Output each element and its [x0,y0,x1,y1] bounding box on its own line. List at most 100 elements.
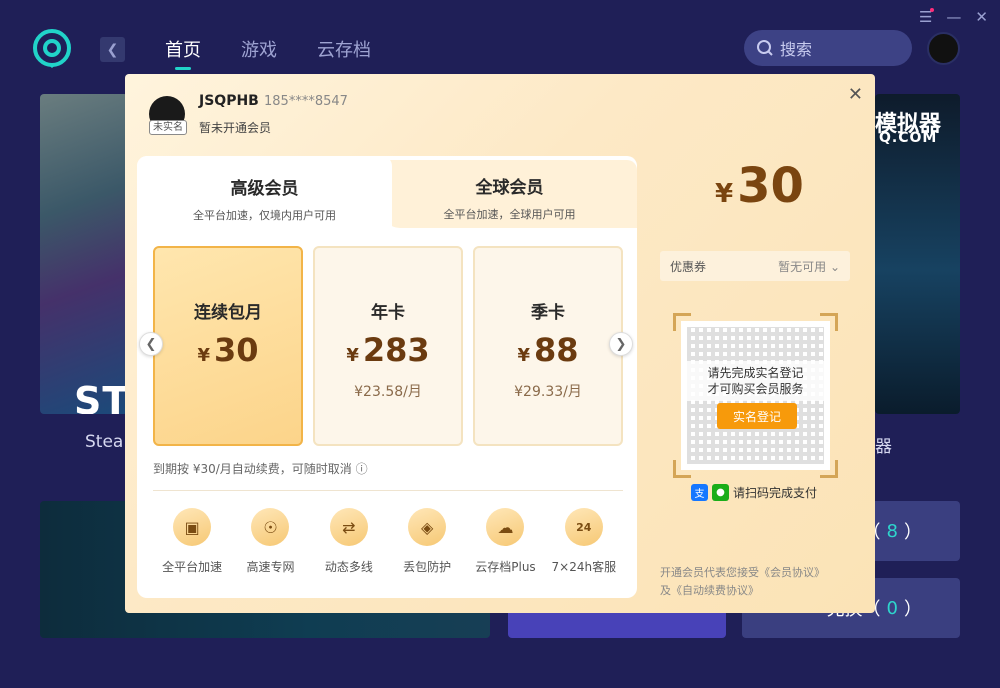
payment-hint-text: 请扫码完成支付 [733,486,818,500]
total-currency: ¥ [715,179,734,209]
auto-renew-agreement-link[interactable]: 《自动续费协议》 [671,584,759,597]
user-avatar-top[interactable] [927,32,960,65]
feature-label: 全平台加速 [162,560,223,574]
plan-monthly-price: ¥29.33/月 [514,384,582,400]
agreement-mid: 及 [660,584,671,597]
tab-subtitle: 全平台加速，仅境内用户可用 [193,209,336,222]
emulator-card-subtitle: Q.COM [879,130,938,146]
feature-item: ◈ 丢包防护 [388,508,466,575]
tab-premium-member[interactable]: 高级会员 全平台加速，仅境内用户可用 [137,156,392,231]
steam-card[interactable]: ST [40,94,128,414]
auto-renew-note: 到期按 ¥30/月自动续费，可随时取消 ⓘ [153,462,368,476]
coupon-label: 优惠券 [670,259,707,274]
plan-currency: ¥ [517,345,530,366]
steam-card-overlay: ST [74,379,128,414]
nav-games[interactable]: 游戏 [241,36,277,62]
feature-label: 云存档Plus [475,560,536,574]
total-price: ¥30 [715,158,804,214]
plan-name: 年卡 [371,303,405,323]
qr-code: 请先完成实名登记 才可购买会员服务 实名登记 [681,321,830,470]
plan-amount: 30 [214,331,259,369]
plan-card-monthly[interactable]: 连续包月 ¥30 [153,246,303,446]
user-phone: 185****8547 [264,94,348,109]
feature-label: 高速专网 [246,560,295,574]
app-logo [33,29,71,68]
tab-global-member[interactable]: 全球会员 全平台加速，全球用户可用 [382,160,637,228]
feature-item: ☁ 云存档Plus [466,508,544,575]
emulator-card-label: 器 [875,437,892,457]
feature-label: 动态多线 [324,560,373,574]
support-24h-icon: 24 [564,508,603,546]
tile-2-close: ） [904,599,922,620]
network-icon: ☉ [251,508,290,546]
search-placeholder: 搜索 [780,40,813,59]
verify-identity-button[interactable]: 实名登记 [717,403,797,429]
emulator-card[interactable]: 模拟器 Q.COM [875,94,960,414]
plan-amount: 283 [362,331,430,369]
nav-home[interactable]: 首页 [165,36,201,70]
qr-message-line2: 才可购买会员服务 [707,382,804,396]
feature-item: 24 7×24h客服 [545,508,623,575]
plan-panel: 全球会员 全平台加速，全球用户可用 高级会员 全平台加速，仅境内用户可用 连续包… [137,156,637,598]
tab-title: 全球会员 [475,178,544,198]
qr-message: 请先完成实名登记 才可购买会员服务 [681,361,830,401]
plan-monthly-price: ¥23.58/月 [354,384,422,400]
plan-price: ¥88 [475,331,621,369]
feature-label: 7×24h客服 [551,560,617,574]
window-controls: ☰ — ✕ [919,8,988,26]
tile-1-count: 8 [886,520,898,542]
feature-label: 丢包防护 [403,560,452,574]
plan-card-yearly[interactable]: 年卡 ¥283 ¥23.58/月 [313,246,463,446]
username: JSQPHB [199,93,259,109]
cloud-upload-icon: ☁ [486,508,525,546]
chevron-left-icon[interactable]: ❮ [139,332,163,356]
coupon-value: 暂无可用 ⌄ [778,259,840,274]
search-icon [757,40,773,56]
plan-card-quarterly[interactable]: 季卡 ¥88 ¥29.33/月 [473,246,623,446]
minimize-icon[interactable]: — [946,8,961,26]
membership-status: 暂未开通会员 [199,121,272,135]
search-box[interactable]: 搜索 [744,30,912,66]
total-amount: 30 [737,158,804,214]
close-window-icon[interactable]: ✕ [975,8,988,26]
plan-price: ¥30 [155,331,301,369]
feature-item: ⇄ 动态多线 [310,508,388,575]
plan-name: 季卡 [531,303,565,323]
qr-code-area: 请先完成实名登记 才可购买会员服务 实名登记 [673,313,838,478]
nav-cloud-save[interactable]: 云存档 [317,36,371,62]
feature-item: ▣ 全平台加速 [153,508,231,575]
membership-dialog: ✕ 未实名 JSQPHB 185****8547 暂未开通会员 全球会员 全平台… [125,74,875,613]
qr-message-line1: 请先完成实名登记 [707,366,804,380]
agreement-prefix: 开通会员代表您接受 [660,566,759,579]
multiline-icon: ⇄ [329,508,368,546]
feature-item: ☉ 高速专网 [231,508,309,575]
plan-name: 连续包月 [194,303,262,323]
close-icon[interactable]: ✕ [848,84,863,105]
tile-2-count: 0 [886,597,898,619]
steam-card-label: Stea [85,432,124,452]
wechat-pay-icon: ● [712,484,729,501]
main-nav: 首页 游戏 云存档 [165,36,371,70]
divider [153,490,623,491]
menu-icon[interactable]: ☰ [919,8,935,26]
tab-title: 高级会员 [230,179,299,199]
payment-hint: 支 ● 请扫码完成支付 [691,484,817,501]
chevron-down-icon: ⌄ [829,259,840,274]
feature-list: ▣ 全平台加速 ☉ 高速专网 ⇄ 动态多线 ◈ 丢包防护 ☁ 云存档Plus 2… [153,508,623,575]
unverified-badge: 未实名 [149,120,187,135]
agreement-text: 开通会员代表您接受《会员协议》 及《自动续费协议》 [660,564,860,600]
chevron-left-icon: ❮ [106,41,119,58]
tile-1-close: ） [904,522,922,543]
member-agreement-link[interactable]: 《会员协议》 [759,566,825,579]
shield-icon: ◈ [408,508,447,546]
plan-price: ¥283 [315,331,461,369]
alipay-icon: 支 [691,484,708,501]
plan-currency: ¥ [346,345,359,366]
devices-icon: ▣ [173,508,212,546]
tab-subtitle: 全平台加速，全球用户可用 [443,208,576,221]
chevron-right-icon[interactable]: ❯ [609,332,633,356]
coupon-selector[interactable]: 优惠券 暂无可用 ⌄ [660,251,850,281]
back-button[interactable]: ❮ [100,37,125,62]
plan-currency: ¥ [197,345,210,366]
plan-amount: 88 [534,331,579,369]
